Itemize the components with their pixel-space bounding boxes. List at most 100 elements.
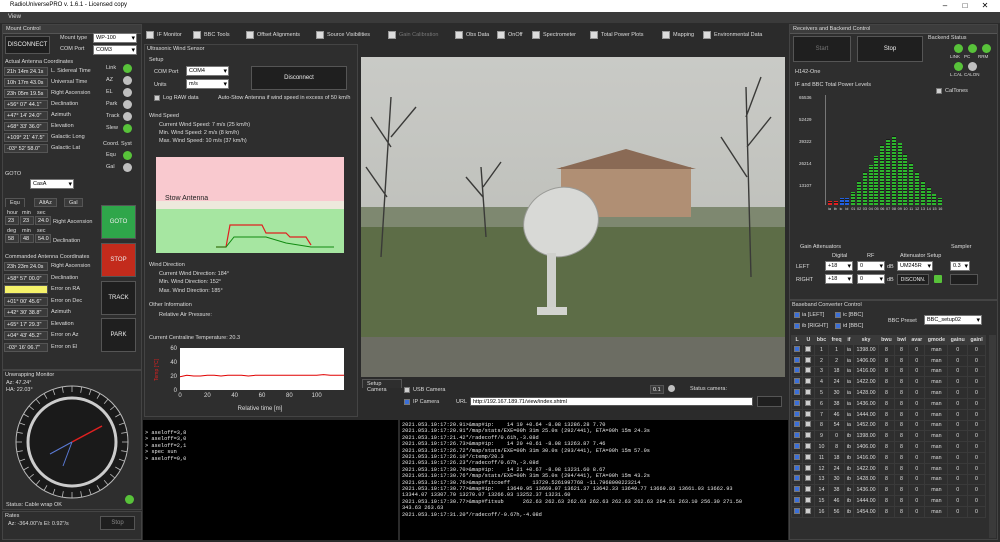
bbc-l-cell[interactable]: [790, 354, 804, 367]
tab-setup-camera[interactable]: Setup Camera: [362, 379, 402, 393]
bbc-l-checkbox[interactable]: [794, 389, 801, 396]
coord-led[interactable]: [123, 163, 132, 172]
com-port-select[interactable]: COM3: [93, 45, 137, 55]
table-row[interactable]: 7 46 ia 1444.00 8 8 0 man 0 0: [790, 408, 986, 421]
wind-disconnect-button[interactable]: Disconnect: [251, 66, 347, 90]
menu-view[interactable]: View: [8, 14, 21, 20]
bbc-u-checkbox[interactable]: [805, 497, 812, 504]
bbc-u-checkbox[interactable]: [805, 345, 812, 352]
table-row[interactable]: 6 38 ia 1436.00 8 8 0 man 0 0: [790, 397, 986, 410]
bbc-l-cell[interactable]: [790, 451, 804, 464]
tab-equ[interactable]: Equ: [5, 198, 25, 207]
bbc-l-cell[interactable]: [790, 430, 804, 443]
bbc-ia-checkbox[interactable]: [794, 312, 800, 318]
wind-com-select[interactable]: COM4: [186, 66, 229, 76]
bbc-u-cell[interactable]: [802, 365, 815, 378]
bbc-u-checkbox[interactable]: [805, 432, 812, 439]
usb-camera-checkbox[interactable]: [404, 387, 410, 393]
bbc-u-cell[interactable]: [802, 408, 815, 421]
bbc-u-checkbox[interactable]: [805, 507, 812, 514]
bbc-l-checkbox[interactable]: [794, 410, 801, 417]
bbc-u-checkbox[interactable]: [805, 356, 812, 363]
bbc-u-checkbox[interactable]: [805, 389, 812, 396]
camera-go-button[interactable]: [757, 396, 782, 407]
camera-value-field[interactable]: 0.1: [650, 385, 664, 394]
bbc-u-cell[interactable]: [802, 397, 815, 410]
disconnect-button[interactable]: DISCONNECT: [5, 36, 50, 54]
park-button[interactable]: PARK: [101, 318, 136, 352]
maximize-icon[interactable]: □: [955, 0, 975, 12]
bbc-u-cell[interactable]: [802, 505, 815, 518]
bbc-l-checkbox[interactable]: [794, 378, 801, 385]
table-row[interactable]: 10 8 ib 1406.00 8 8 0 man 0 0: [790, 441, 986, 453]
attenuator-model-select[interactable]: UM245R: [897, 261, 933, 271]
bbc-u-cell[interactable]: [802, 430, 815, 443]
bbc-l-checkbox[interactable]: [794, 421, 801, 428]
bbc-u-checkbox[interactable]: [805, 475, 812, 482]
bbc-l-cell[interactable]: [790, 365, 804, 378]
bbc-u-checkbox[interactable]: [805, 399, 812, 406]
toolbar-if-monitor-button[interactable]: IF Monitor: [146, 29, 182, 41]
tab-altaz[interactable]: AltAz: [34, 198, 57, 207]
table-row[interactable]: 12 24 ib 1422.00 8 8 0 man 0 0: [790, 462, 986, 475]
bbc-u-cell[interactable]: [802, 473, 815, 486]
table-row[interactable]: 8 54 ia 1452.00 8 8 0 man 0 0: [790, 419, 986, 432]
bbc-l-cell[interactable]: [790, 376, 804, 389]
table-row[interactable]: 3 18 ia 1416.00 8 8 0 man 0 0: [790, 365, 986, 378]
bbc-l-cell[interactable]: [790, 484, 804, 497]
bbc-l-checkbox[interactable]: [794, 356, 801, 363]
bbc-ic-checkbox[interactable]: [835, 312, 841, 318]
table-row[interactable]: 1 1 ia 1398.00 8 8 0 man 0 0: [790, 344, 986, 356]
bbc-u-checkbox[interactable]: [805, 367, 812, 374]
toolbar-onoff-button[interactable]: OnOff: [497, 29, 523, 41]
left-rf-select[interactable]: 0: [857, 261, 885, 271]
attenuator-disconnect-button[interactable]: DISCONN.: [897, 274, 929, 285]
sampler-button[interactable]: [950, 274, 978, 285]
bbc-id-checkbox[interactable]: [835, 323, 841, 329]
bbc-l-checkbox[interactable]: [794, 345, 801, 352]
toolbar-source-visibilities-button[interactable]: Source Visibilities: [316, 29, 370, 41]
bbc-u-checkbox[interactable]: [805, 464, 812, 471]
bbc-u-cell[interactable]: [802, 354, 815, 367]
toolbar-gain-calibration-button[interactable]: Gain Calibration: [388, 29, 438, 41]
bbc-l-cell[interactable]: [790, 505, 804, 518]
left-digital-select[interactable]: +18: [825, 261, 853, 271]
bbc-u-cell[interactable]: [802, 495, 815, 507]
mount-type-select[interactable]: WP-100: [93, 33, 137, 43]
table-row[interactable]: 2 2 ia 1406.00 8 8 0 man 0 0: [790, 354, 986, 367]
table-row[interactable]: 5 30 ia 1428.00 8 8 0 man 0 0: [790, 387, 986, 399]
bbc-u-cell[interactable]: [802, 484, 815, 497]
table-row[interactable]: 9 0 ib 1398.00 8 8 0 man 0 0: [790, 430, 986, 443]
bbc-l-cell[interactable]: [790, 344, 804, 356]
right-digital-select[interactable]: +18: [825, 274, 853, 284]
goto-target-select[interactable]: CasA: [30, 179, 74, 189]
sampler-select[interactable]: 0.3: [950, 261, 970, 271]
bbc-l-cell[interactable]: [790, 419, 804, 432]
bbc-u-checkbox[interactable]: [805, 421, 812, 428]
table-row[interactable]: 11 18 ib 1416.00 8 8 0 man 0 0: [790, 451, 986, 464]
bbc-l-checkbox[interactable]: [794, 432, 801, 439]
caltones-checkbox[interactable]: [936, 88, 942, 94]
bbc-u-cell[interactable]: [802, 387, 815, 399]
bbc-l-cell[interactable]: [790, 462, 804, 475]
bbc-u-cell[interactable]: [802, 441, 815, 453]
minimize-icon[interactable]: –: [935, 0, 955, 12]
ip-camera-checkbox[interactable]: [404, 399, 410, 405]
bbc-u-cell[interactable]: [802, 419, 815, 432]
toolbar-total-power-plots-button[interactable]: Total Power Plots: [590, 29, 644, 41]
bbc-l-cell[interactable]: [790, 397, 804, 410]
tab-gal[interactable]: Gal: [64, 198, 83, 207]
bbc-l-checkbox[interactable]: [794, 497, 801, 504]
ra-sec-field[interactable]: 24.0: [35, 216, 51, 225]
bbc-preset-select[interactable]: BBC_setup02: [924, 315, 982, 325]
goto-button[interactable]: GOTO: [101, 205, 136, 239]
dec-min-field[interactable]: 48: [20, 234, 34, 243]
bbc-l-checkbox[interactable]: [794, 453, 801, 460]
right-rf-select[interactable]: 0: [857, 274, 885, 284]
toolbar-offset-alignments-button[interactable]: Offset Alignments: [246, 29, 300, 41]
toolbar-bbc-tools-button[interactable]: BBC Tools: [193, 29, 230, 41]
ra-hour-field[interactable]: 23: [5, 216, 19, 225]
bbc-l-checkbox[interactable]: [794, 443, 801, 450]
close-icon[interactable]: ✕: [975, 0, 995, 12]
track-button[interactable]: TRACK: [101, 281, 136, 315]
